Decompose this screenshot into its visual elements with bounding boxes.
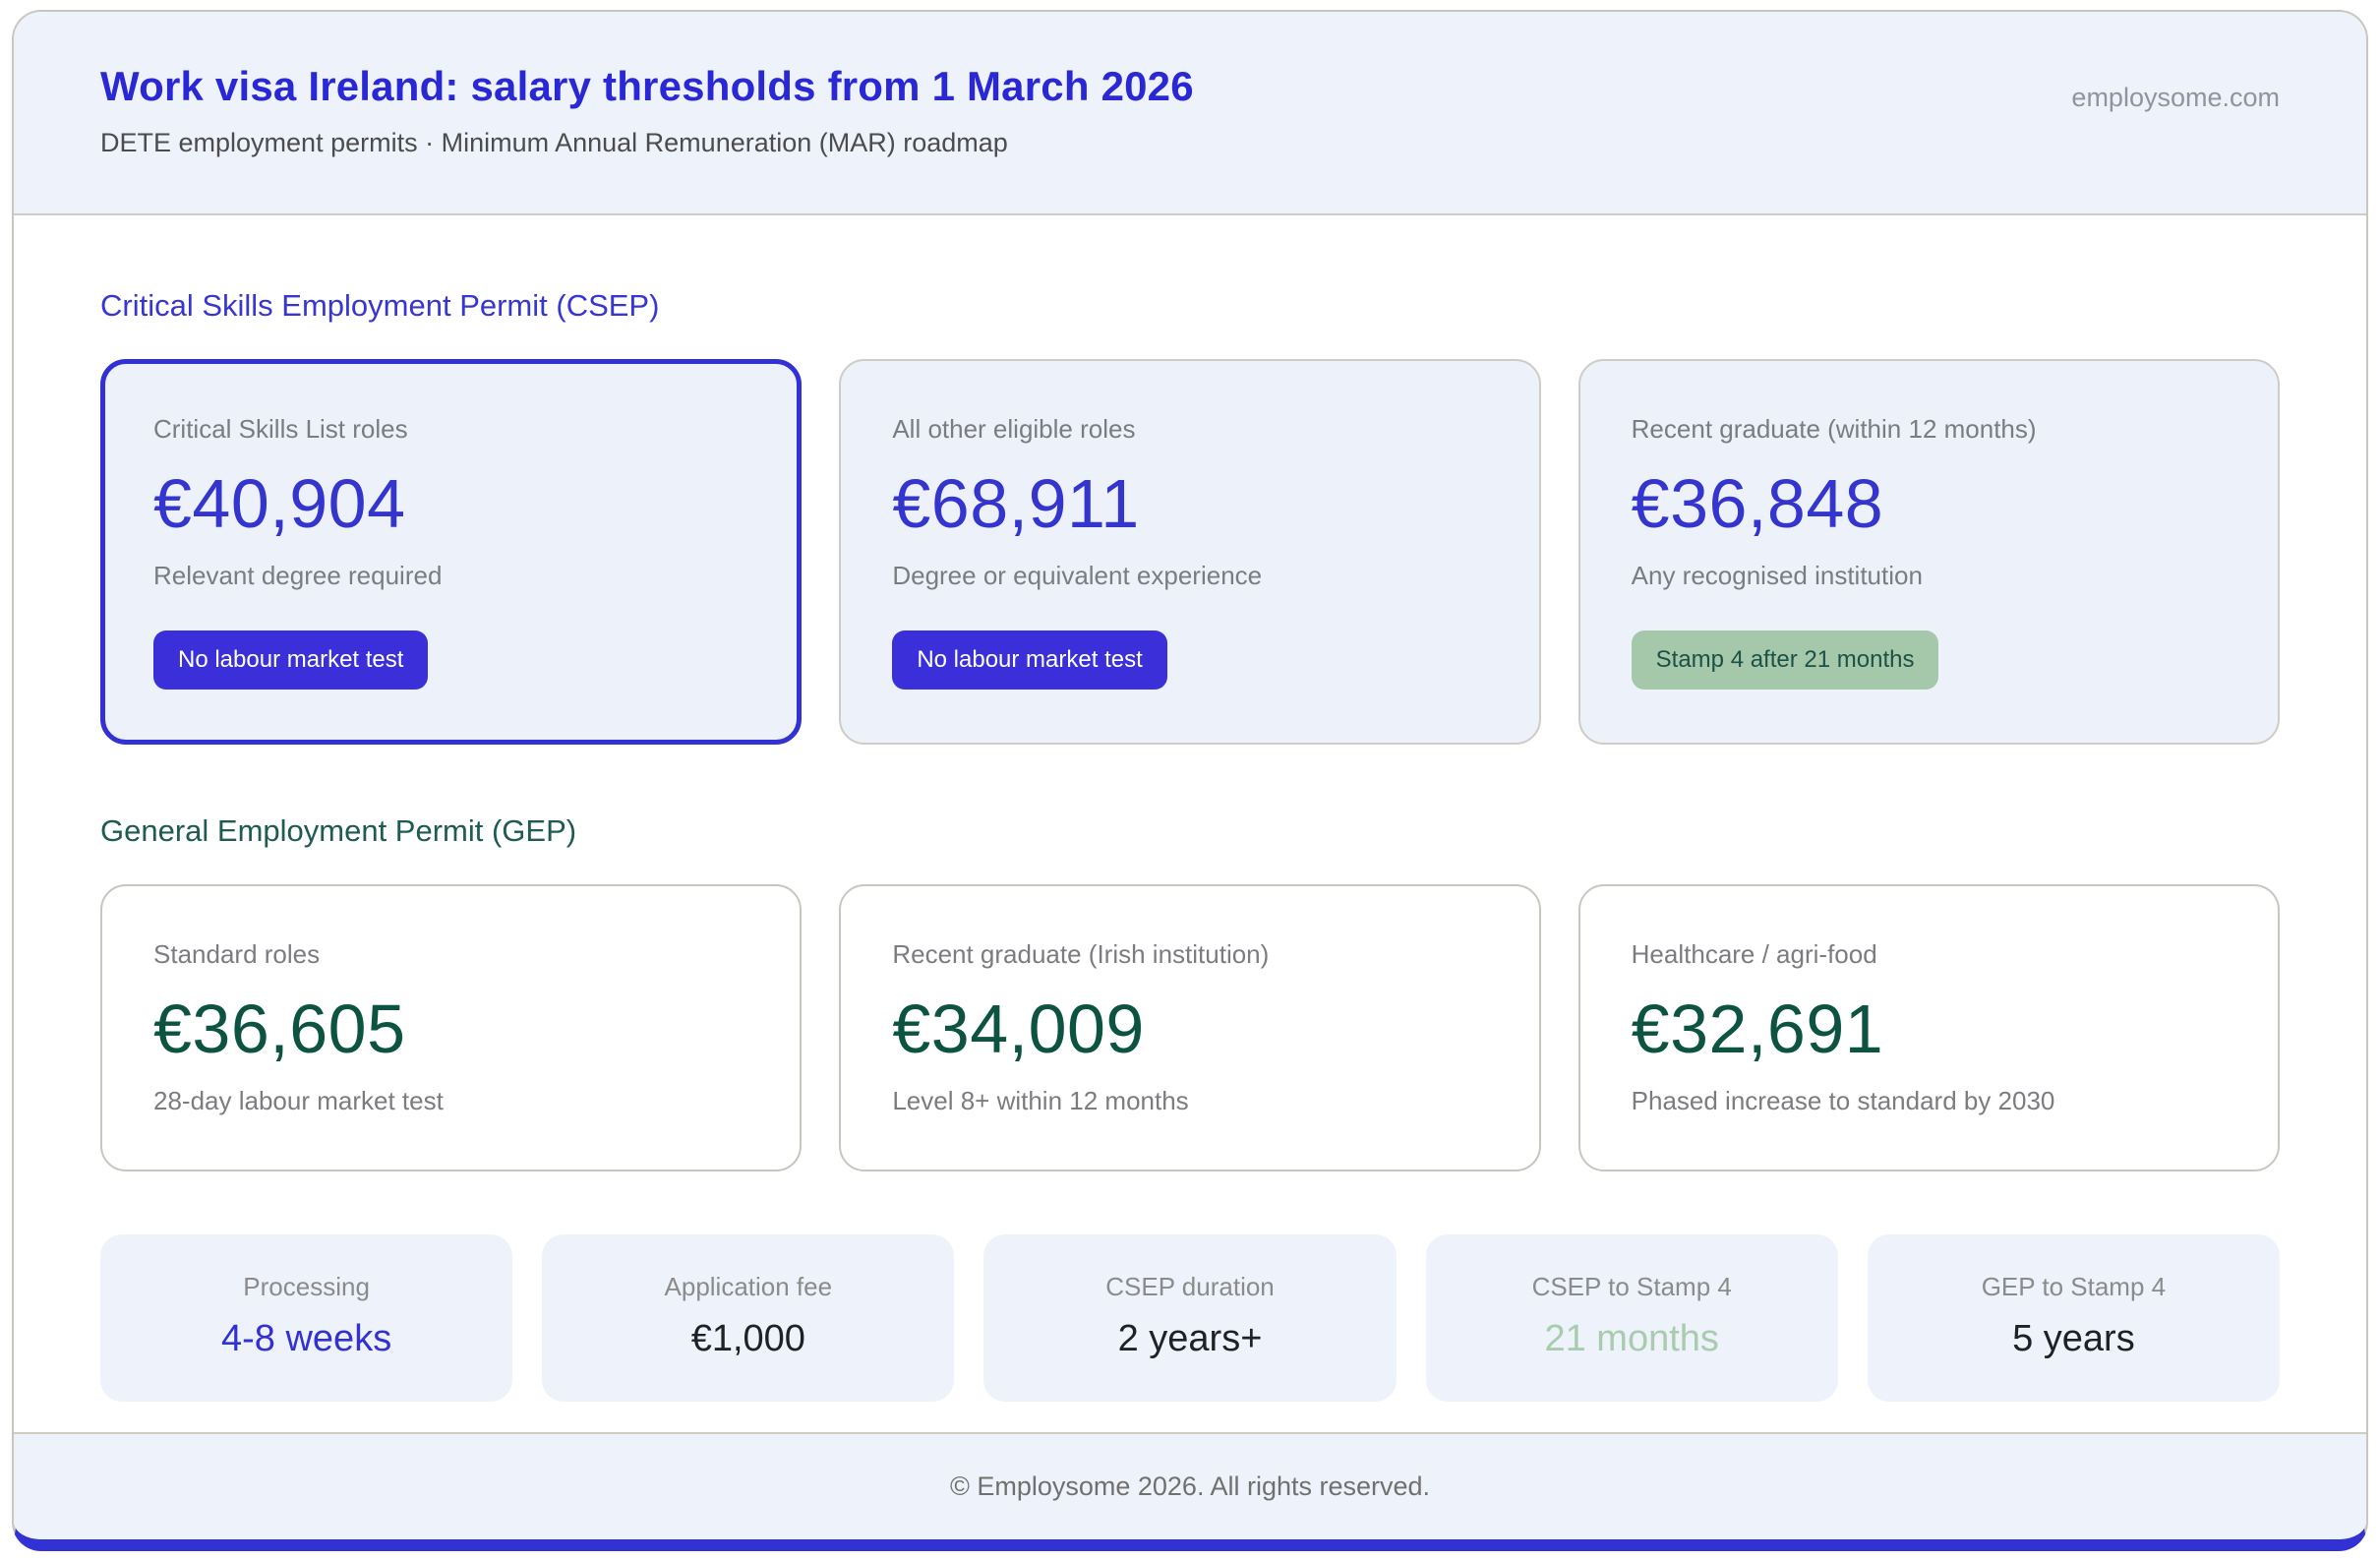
copyright-text: © Employsome 2026. All rights reserved. [950, 1471, 1430, 1501]
csep-section-heading: Critical Skills Employment Permit (CSEP) [100, 288, 2280, 324]
stat-value: €1,000 [552, 1318, 944, 1360]
card-sub-label: 28-day labour market test [153, 1086, 748, 1116]
section-gep: General Employment Permit (GEP) Standard… [100, 813, 2280, 1171]
stat-label: CSEP to Stamp 4 [1436, 1272, 1828, 1302]
page-title: Work visa Ireland: salary thresholds fro… [100, 63, 1194, 110]
card-recent-graduate-csep: Recent graduate (within 12 months) €36,8… [1578, 359, 2280, 745]
card-standard-roles: Standard roles €36,605 28-day labour mar… [100, 884, 802, 1171]
card-label: All other eligible roles [892, 414, 1487, 445]
section-csep: Critical Skills Employment Permit (CSEP)… [100, 288, 2280, 745]
card-amount: €40,904 [153, 464, 748, 543]
stat-label: CSEP duration [993, 1272, 1386, 1302]
card-sub-label: Degree or equivalent experience [892, 561, 1487, 591]
stat-processing: Processing 4-8 weeks [100, 1234, 512, 1402]
card-label: Recent graduate (Irish institution) [892, 939, 1487, 970]
page-subtitle: DETE employment permits · Minimum Annual… [100, 128, 1194, 158]
site-label[interactable]: employsome.com [2071, 83, 2280, 113]
card-label: Standard roles [153, 939, 748, 970]
card-sub-label: Relevant degree required [153, 561, 748, 591]
stat-label: Application fee [552, 1272, 944, 1302]
card-label: Critical Skills List roles [153, 414, 748, 445]
stat-value: 2 years+ [993, 1318, 1386, 1360]
card-amount: €32,691 [1632, 990, 2227, 1068]
stat-application-fee: Application fee €1,000 [542, 1234, 954, 1402]
card-critical-skills-list-roles: Critical Skills List roles €40,904 Relev… [100, 359, 802, 745]
stat-csep-duration: CSEP duration 2 years+ [983, 1234, 1396, 1402]
main-content: Critical Skills Employment Permit (CSEP)… [14, 215, 2366, 1432]
card-label: Recent graduate (within 12 months) [1632, 414, 2227, 445]
no-labour-market-test-badge: No labour market test [153, 630, 428, 690]
card-amount: €36,848 [1632, 464, 2227, 543]
footer: © Employsome 2026. All rights reserved. [14, 1432, 2366, 1539]
stat-label: Processing [110, 1272, 503, 1302]
stat-csep-to-stamp4: CSEP to Stamp 4 21 months [1426, 1234, 1838, 1402]
gep-cards-row: Standard roles €36,605 28-day labour mar… [100, 884, 2280, 1171]
stamp4-badge: Stamp 4 after 21 months [1632, 630, 1939, 690]
card-healthcare-agrifood: Healthcare / agri-food €32,691 Phased in… [1578, 884, 2280, 1171]
stat-value: 21 months [1436, 1318, 1828, 1360]
card-sub-label: Phased increase to standard by 2030 [1632, 1086, 2227, 1116]
card-recent-graduate-gep: Recent graduate (Irish institution) €34,… [839, 884, 1540, 1171]
header: Work visa Ireland: salary thresholds fro… [14, 12, 2366, 215]
page-container: Work visa Ireland: salary thresholds fro… [12, 10, 2368, 1551]
csep-cards-row: Critical Skills List roles €40,904 Relev… [100, 359, 2280, 745]
stats-row: Processing 4-8 weeks Application fee €1,… [100, 1234, 2280, 1402]
card-amount: €68,911 [892, 464, 1487, 543]
stat-value: 4-8 weeks [110, 1318, 503, 1360]
stat-gep-to-stamp4: GEP to Stamp 4 5 years [1868, 1234, 2280, 1402]
card-amount: €36,605 [153, 990, 748, 1068]
card-sub-label: Level 8+ within 12 months [892, 1086, 1487, 1116]
card-sub-label: Any recognised institution [1632, 561, 2227, 591]
gep-section-heading: General Employment Permit (GEP) [100, 813, 2280, 849]
header-text-block: Work visa Ireland: salary thresholds fro… [100, 63, 1194, 158]
stat-value: 5 years [1877, 1318, 2270, 1360]
card-label: Healthcare / agri-food [1632, 939, 2227, 970]
card-all-other-eligible-roles: All other eligible roles €68,911 Degree … [839, 359, 1540, 745]
stat-label: GEP to Stamp 4 [1877, 1272, 2270, 1302]
no-labour-market-test-badge: No labour market test [892, 630, 1166, 690]
card-amount: €34,009 [892, 990, 1487, 1068]
